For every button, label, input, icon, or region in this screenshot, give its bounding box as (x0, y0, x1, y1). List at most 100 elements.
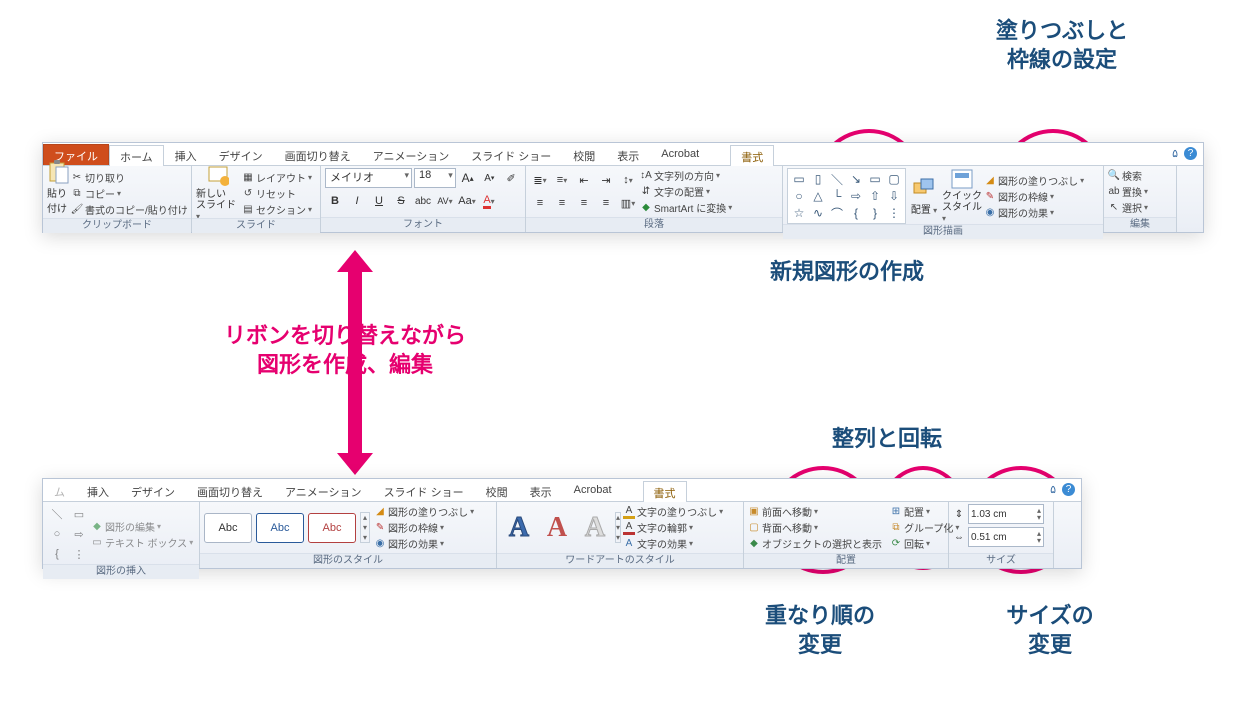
tab-design[interactable]: デザイン (208, 144, 274, 165)
width-spinner[interactable]: 0.51 cm▴▾ (968, 527, 1044, 547)
shape-outline2-button[interactable]: ✎図形の枠線 (374, 520, 474, 535)
tab-animation[interactable]: アニメーション (362, 144, 461, 165)
double-arrow (348, 270, 362, 455)
wordart-preset-2[interactable]: A (539, 510, 575, 546)
minimize-ribbon2-icon[interactable]: ۵ (1050, 483, 1056, 496)
tab-transition[interactable]: 画面切り替え (274, 144, 362, 165)
shape-fill2-button[interactable]: ◢図形の塗りつぶし (374, 504, 474, 519)
shadow-button[interactable]: abc (413, 191, 433, 211)
convert-smartart-button[interactable]: ◆SmartArt に変換 (640, 200, 732, 215)
italic-button[interactable]: I (347, 191, 367, 211)
tab2-design[interactable]: デザイン (120, 480, 186, 501)
text-fill-button[interactable]: A文字の塗りつぶし (623, 504, 723, 519)
quick-styles-icon (951, 169, 973, 189)
replace-button[interactable]: ab置換 (1108, 184, 1172, 199)
shape-outline-button[interactable]: ✎図形の枠線 (984, 189, 1084, 204)
style-preset-2[interactable]: Abc (256, 513, 304, 543)
wordart-preset-1[interactable]: A (501, 510, 537, 546)
font-size-combo[interactable]: 18 (414, 168, 456, 188)
style-preset-1[interactable]: Abc (204, 513, 252, 543)
align-center-button[interactable]: ≡ (552, 193, 572, 213)
bring-forward-button[interactable]: ▣前面へ移動 (748, 504, 882, 519)
layout-button[interactable]: ▦レイアウト (242, 170, 312, 185)
minimize-ribbon-icon[interactable]: ۵ (1172, 147, 1178, 160)
copy-button[interactable]: ⧉コピー (71, 186, 188, 201)
wa-more[interactable]: ▾ (616, 533, 620, 542)
cut-button[interactable]: ✂切り取り (71, 170, 188, 185)
tab2-animation[interactable]: アニメーション (274, 480, 373, 501)
clear-format-button[interactable]: ✐ (501, 168, 521, 188)
height-spinner[interactable]: 1.03 cm▴▾ (968, 504, 1044, 524)
bullets-button[interactable]: ≣ (530, 170, 550, 190)
line-spacing-button[interactable]: ↕ (618, 170, 638, 190)
inc-indent-button[interactable]: ⇥ (596, 170, 616, 190)
tab2-view[interactable]: 表示 (519, 480, 563, 501)
shapes-gallery[interactable]: ▭▯＼↘▭▢ ○△└⇨⇧⇩ ☆∿⌒{}⋮ (787, 168, 906, 224)
textbox-button[interactable]: ▭テキスト ボックス (91, 535, 193, 550)
shape-fill-button[interactable]: ◢図形の塗りつぶし (984, 173, 1084, 188)
text-direction-button[interactable]: ↕A文字列の方向 (640, 168, 732, 183)
font-color-button[interactable]: A (479, 191, 499, 211)
text-effects-button[interactable]: A文字の効果 (623, 536, 723, 551)
numbering-button[interactable]: ≡ (552, 170, 572, 190)
shape-effects2-button[interactable]: ◉図形の効果 (374, 536, 474, 551)
wordart-preset-3[interactable]: A (577, 510, 613, 546)
tab2-insert[interactable]: 挿入 (76, 480, 120, 501)
align-icon: ⊞ (890, 506, 902, 518)
bold-button[interactable]: B (325, 191, 345, 211)
change-case-button[interactable]: Aa (457, 191, 477, 211)
grow-font-button[interactable]: A▴ (458, 168, 478, 188)
tab-slideshow[interactable]: スライド ショー (460, 144, 562, 165)
quick-styles-button[interactable]: クイック スタイル (942, 171, 982, 221)
columns-button[interactable]: ▥ (618, 193, 638, 213)
wa-up[interactable]: ▴ (616, 513, 620, 522)
tab2-slideshow[interactable]: スライド ショー (373, 480, 475, 501)
tab-view[interactable]: 表示 (606, 144, 650, 165)
tab-insert[interactable]: 挿入 (164, 144, 208, 165)
find-button[interactable]: 🔍検索 (1108, 168, 1172, 183)
select-button[interactable]: ↖選択 (1108, 200, 1172, 215)
group-title-editing: 編集 (1104, 217, 1176, 232)
justify-button[interactable]: ≡ (596, 193, 616, 213)
new-slide-button[interactable]: 新しい スライド (196, 168, 240, 218)
text-outline-button[interactable]: A文字の輪郭 (623, 520, 723, 535)
paste-button[interactable]: 貼り付け (47, 168, 69, 218)
tab2-transition[interactable]: 画面切り替え (186, 480, 274, 501)
tab2-acrobat[interactable]: Acrobat (563, 480, 623, 501)
format-painter-button[interactable]: 🖌書式のコピー/貼り付け (71, 202, 188, 217)
strike-button[interactable]: S (391, 191, 411, 211)
tab-home[interactable]: ホーム (109, 145, 164, 166)
selpane-icon: ◆ (748, 538, 760, 550)
char-spacing-button[interactable]: AV (435, 191, 455, 211)
font-name-combo[interactable]: メイリオ (325, 168, 412, 188)
tab-review[interactable]: 校閲 (562, 144, 606, 165)
tab2-format[interactable]: 書式 (643, 481, 687, 502)
tab-acrobat[interactable]: Acrobat (650, 144, 710, 165)
shrink-font-button[interactable]: A▾ (479, 168, 499, 188)
tab2-home[interactable]: ム (43, 480, 76, 501)
align-left-button[interactable]: ≡ (530, 193, 550, 213)
dec-indent-button[interactable]: ⇤ (574, 170, 594, 190)
section-button[interactable]: ▤セクション (242, 202, 312, 217)
group-title-paragraph: 段落 (526, 217, 782, 232)
arrange-button[interactable]: 配置 (908, 171, 940, 221)
help2-icon[interactable]: ? (1062, 483, 1075, 496)
help-icon[interactable]: ? (1184, 147, 1197, 160)
selection-pane-button[interactable]: ◆オブジェクトの選択と表示 (748, 536, 882, 551)
edit-shape-button[interactable]: ◆図形の編集 (91, 519, 193, 534)
gallery-up[interactable]: ▴ (361, 513, 369, 522)
underline-button[interactable]: U (369, 191, 389, 211)
gallery-more[interactable]: ▾ (361, 533, 369, 542)
style-preset-3[interactable]: Abc (308, 513, 356, 543)
tab2-review[interactable]: 校閲 (475, 480, 519, 501)
wa-down[interactable]: ▾ (616, 523, 620, 532)
shape-effects-button[interactable]: ◉図形の効果 (984, 205, 1084, 220)
send-backward-button[interactable]: ▢背面へ移動 (748, 520, 882, 535)
align-text-button[interactable]: ⇵文字の配置 (640, 184, 732, 199)
align-right-button[interactable]: ≡ (574, 193, 594, 213)
reset-button[interactable]: ↺リセット (242, 186, 312, 201)
shape-arrow-icon: ↘ (847, 171, 865, 187)
gallery-down[interactable]: ▾ (361, 523, 369, 532)
group-title-clipboard: クリップボード (43, 218, 191, 233)
tab-format[interactable]: 書式 (730, 145, 774, 166)
